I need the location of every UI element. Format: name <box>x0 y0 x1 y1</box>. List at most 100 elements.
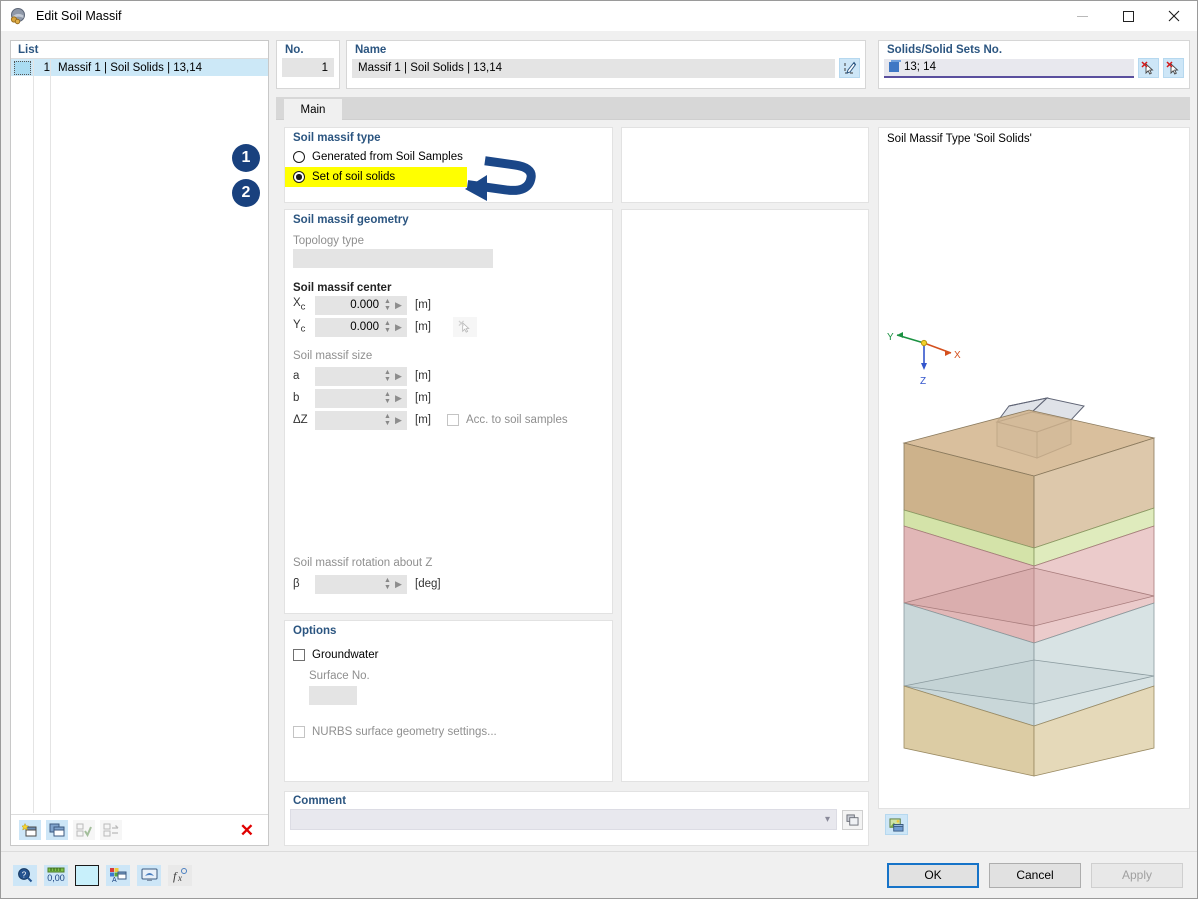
topology-type-input[interactable] <box>293 249 493 268</box>
spinner-icon[interactable]: ▲ ▼ <box>383 391 392 405</box>
spin-play-icon[interactable]: ▶ <box>392 300 405 311</box>
rotation-beta-input[interactable]: ▲ ▼ ▶ <box>315 574 407 594</box>
invert-selection-button[interactable] <box>100 820 122 840</box>
name-input[interactable]: Massif 1 | Soil Solids | 13,14 <box>352 58 835 78</box>
soil-massif-3d-view: Y X Z <box>887 332 1156 777</box>
copy-windows-icon <box>846 813 859 826</box>
spin-play-icon[interactable]: ▶ <box>392 579 405 590</box>
cancel-button[interactable]: Cancel <box>989 862 1081 888</box>
spin-play-icon[interactable]: ▶ <box>392 393 405 404</box>
pick-solids-button[interactable] <box>1138 58 1159 78</box>
acc-to-soil-samples-checkbox[interactable] <box>447 414 459 426</box>
size-a-row: a ▲ ▼ ▶ [m] <box>285 365 612 387</box>
help-button[interactable]: ? <box>13 864 37 886</box>
spinner-icon[interactable]: ▲ ▼ <box>383 298 392 312</box>
pick-center-point-button[interactable] <box>453 317 477 337</box>
svg-text:Z: Z <box>920 376 926 387</box>
size-dz-symbol: ΔZ <box>293 414 308 426</box>
solids-input[interactable]: 13; 14 <box>884 58 1134 78</box>
main-left-column: Soil massif type Generated from Soil Sam… <box>284 127 613 782</box>
color-button[interactable] <box>75 864 99 886</box>
minimize-button[interactable] <box>1059 1 1105 31</box>
svg-text:x: x <box>177 873 182 883</box>
size-a-input[interactable]: ▲ ▼ ▶ <box>315 366 407 386</box>
apply-button[interactable]: Apply <box>1091 862 1183 888</box>
options-title: Options <box>293 625 337 637</box>
new-object-button[interactable] <box>19 820 41 840</box>
nurbs-checkbox[interactable] <box>293 726 305 738</box>
window-title: Edit Soil Massif <box>36 9 122 23</box>
select-all-button[interactable] <box>73 820 95 840</box>
list-column-divider <box>33 60 34 813</box>
spinner-icon[interactable]: ▲ ▼ <box>383 369 392 383</box>
comment-input[interactable]: ▾ <box>290 809 837 830</box>
visualization-toolbar <box>885 814 908 835</box>
radio-generated-from-soil-samples[interactable]: Generated from Soil Samples <box>285 147 612 167</box>
render-image-button[interactable] <box>885 814 908 835</box>
radio-set-of-soil-solids[interactable]: Set of soil solids <box>285 167 467 187</box>
center-xc-row: Xc 0.000 ▲ ▼ ▶ [m] <box>285 294 612 316</box>
svg-text:A: A <box>112 877 117 883</box>
invert-list-icon <box>103 823 119 837</box>
surface-no-input[interactable] <box>309 686 357 705</box>
comment-copy-button[interactable] <box>842 809 863 830</box>
copy-object-button[interactable] <box>46 820 68 840</box>
list-item-label: Massif 1 | Soil Solids | 13,14 <box>58 61 203 74</box>
groundwater-checkbox[interactable] <box>293 649 305 661</box>
spin-play-icon[interactable]: ▶ <box>392 371 405 382</box>
close-button[interactable] <box>1151 1 1197 31</box>
ok-button[interactable]: OK <box>887 862 979 888</box>
solids-panel: Solids/Solid Sets No. 13; 14 <box>878 40 1190 89</box>
solids-row: 13; 14 <box>879 58 1189 78</box>
center-yc-value: 0.000 <box>350 321 379 333</box>
groundwater-row[interactable]: Groundwater <box>285 644 612 666</box>
groundwater-label: Groundwater <box>312 649 379 661</box>
center-yc-row: Yc 0.000 ▲ ▼ ▶ [m] <box>285 316 612 338</box>
size-dz-input[interactable]: ▲ ▼ ▶ <box>315 410 407 430</box>
pick-cursor-icon <box>1166 60 1179 75</box>
acc-to-soil-samples-label: Acc. to soil samples <box>466 414 568 426</box>
nurbs-label: NURBS surface geometry settings... <box>312 726 497 738</box>
spinner-icon[interactable]: ▲ ▼ <box>383 413 392 427</box>
visualization-panel: Soil Massif Type 'Soil Solids' Y X Z <box>878 127 1190 809</box>
view-button[interactable] <box>137 864 161 886</box>
svg-text:?: ? <box>22 871 27 880</box>
name-label: Name <box>355 44 387 56</box>
svg-text:0,00: 0,00 <box>47 873 65 883</box>
display-properties-button[interactable]: A <box>106 864 130 886</box>
size-b-input[interactable]: ▲ ▼ ▶ <box>315 388 407 408</box>
list-panel: List 1 Massif 1 | Soil Solids | 13,14 ✕ <box>10 40 269 846</box>
spinner-icon[interactable]: ▲ ▼ <box>383 577 392 591</box>
soil-massif-geometry-group: Soil massif geometry Topology type Soil … <box>284 209 613 614</box>
size-b-unit: [m] <box>415 392 431 404</box>
close-icon <box>1168 10 1180 22</box>
topology-type-label: Topology type <box>293 235 364 247</box>
annotation-badge-1: 1 <box>232 144 260 172</box>
list-column-divider <box>50 60 51 813</box>
solids-label: Solids/Solid Sets No. <box>887 44 1003 56</box>
size-dz-row: ΔZ ▲ ▼ ▶ [m] Acc. to soil samples <box>285 409 612 431</box>
view-monitor-icon <box>141 868 157 881</box>
center-yc-input[interactable]: 0.000 ▲ ▼ ▶ <box>315 317 407 337</box>
edit-name-button[interactable] <box>839 58 860 78</box>
delete-object-button[interactable]: ✕ <box>240 822 254 839</box>
number-value: 1 <box>282 58 334 77</box>
solid-cube-icon <box>889 60 901 72</box>
tab-main[interactable]: Main <box>284 99 342 121</box>
deselect-solids-button[interactable] <box>1163 58 1184 78</box>
chevron-down-icon[interactable]: ▾ <box>825 814 830 825</box>
maximize-button[interactable] <box>1105 1 1151 31</box>
formula-button[interactable]: f x <box>168 864 192 886</box>
size-b-symbol: b <box>293 392 300 404</box>
spin-play-icon[interactable]: ▶ <box>392 415 405 426</box>
radio-icon <box>293 151 305 163</box>
formula-fx-icon: f x <box>173 867 187 883</box>
spin-play-icon[interactable]: ▶ <box>392 322 405 333</box>
main-middle-column <box>621 127 869 782</box>
center-xc-input[interactable]: 0.000 ▲ ▼ ▶ <box>315 295 407 315</box>
nurbs-row[interactable]: NURBS surface geometry settings... <box>285 721 612 743</box>
center-xc-unit: [m] <box>415 299 431 311</box>
comment-panel: Comment ▾ <box>284 791 869 846</box>
units-button[interactable]: 0,00 <box>44 864 68 886</box>
spinner-icon[interactable]: ▲ ▼ <box>383 320 392 334</box>
